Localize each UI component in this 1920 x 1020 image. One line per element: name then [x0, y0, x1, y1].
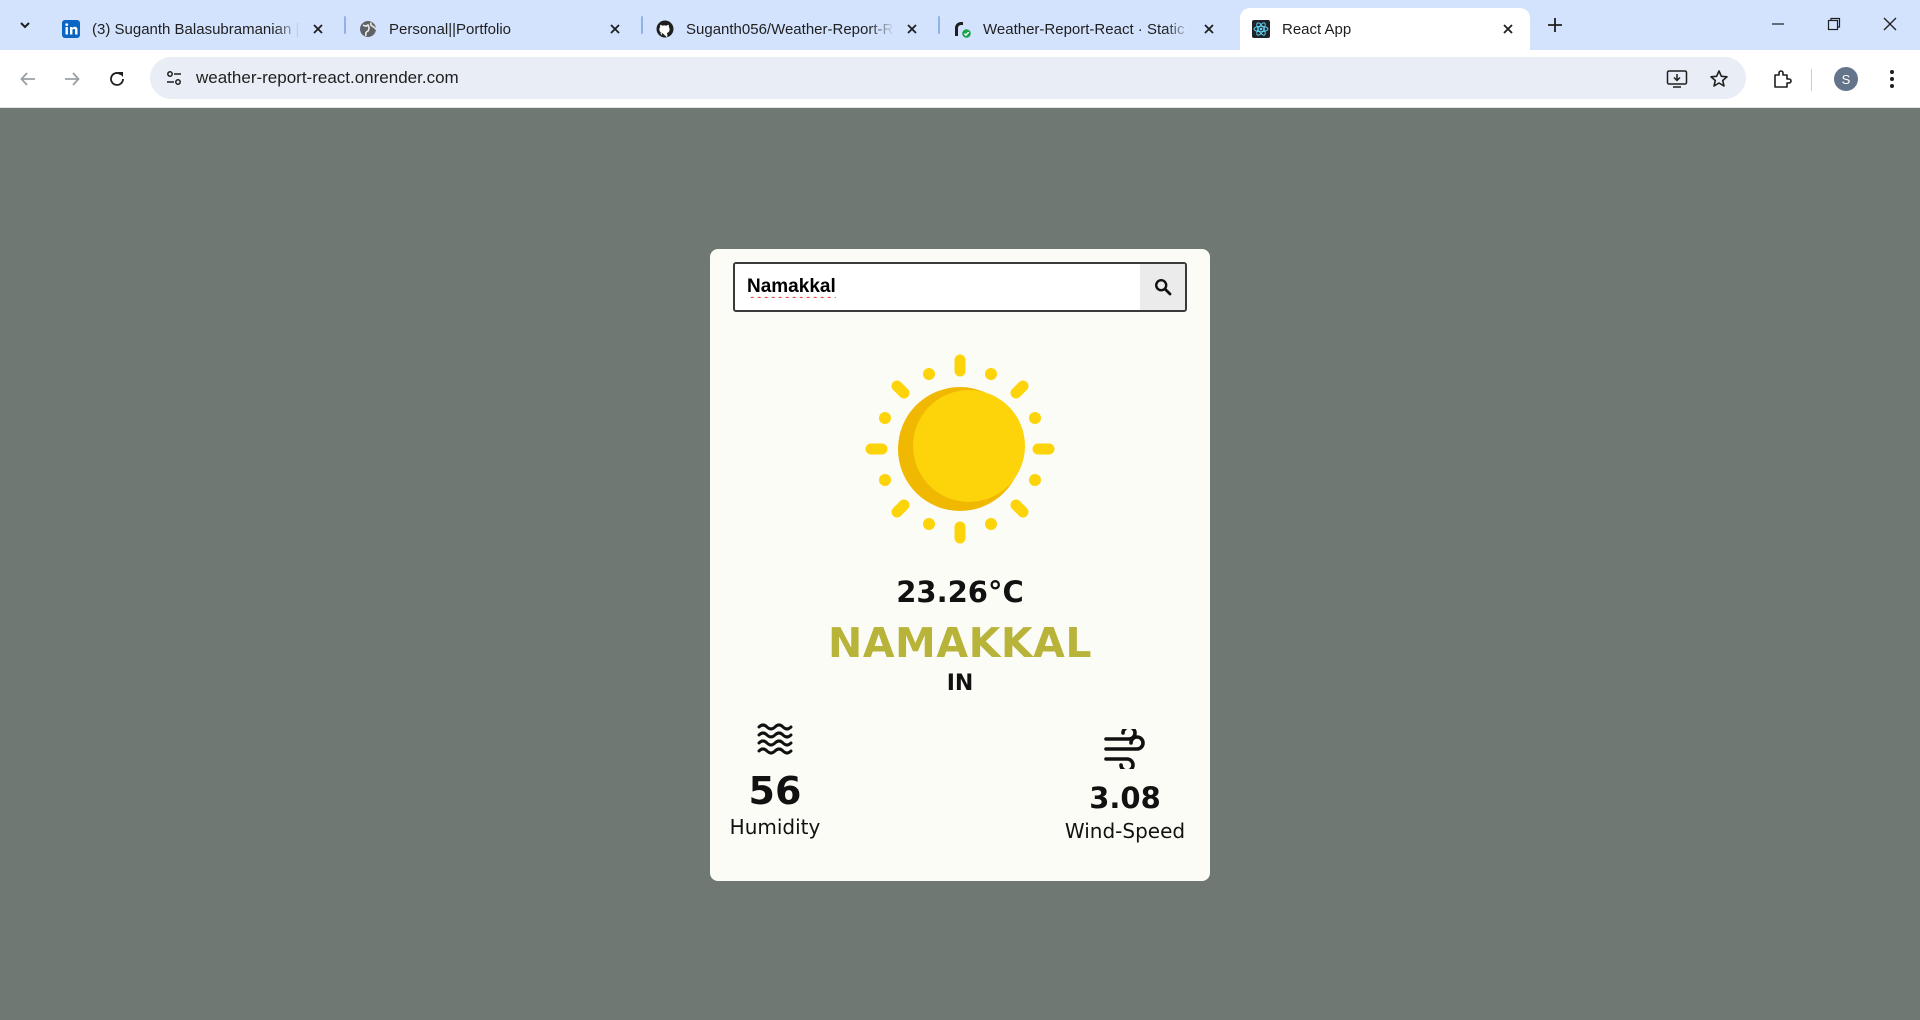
react-icon — [1252, 20, 1270, 38]
reload-button[interactable] — [99, 61, 135, 97]
globe-icon — [359, 20, 377, 38]
tab-title: Personal||Portfolio — [389, 20, 512, 38]
sun-icon — [865, 354, 1055, 544]
more-vertical-icon — [1890, 70, 1894, 88]
tab-strip: (3) Suganth Balasubramanian | LinkedIn P… — [0, 0, 1920, 50]
site-info-icon[interactable] — [160, 64, 188, 92]
close-tab-icon[interactable] — [902, 19, 922, 39]
city-name: NAMAKKAL — [828, 619, 1092, 667]
tab-title: Suganth056/Weather-Report-React — [686, 20, 894, 38]
humidity-label: Humidity — [729, 815, 821, 839]
wind-speed-stat: 3.08 Wind-Speed — [1050, 729, 1200, 843]
close-tab-icon[interactable] — [1199, 19, 1219, 39]
tab-linkedin[interactable]: (3) Suganth Balasubramanian | LinkedIn — [50, 8, 340, 50]
tab-github[interactable]: Suganth056/Weather-Report-React — [644, 8, 934, 50]
reload-icon — [110, 72, 124, 86]
render-icon — [953, 20, 971, 38]
new-tab-button[interactable] — [1540, 10, 1570, 40]
close-icon — [1883, 17, 1897, 31]
url-text[interactable]: weather-report-react.onrender.com — [196, 68, 459, 88]
linkedin-icon — [62, 20, 80, 38]
forward-button[interactable] — [54, 61, 90, 97]
weather-card: 23.26°C NAMAKKAL IN 56 Humidity 3.08 Win… — [710, 249, 1210, 881]
tab-portfolio[interactable]: Personal||Portfolio — [347, 8, 637, 50]
chevron-down-icon — [20, 22, 30, 29]
install-app-icon[interactable] — [1664, 66, 1690, 92]
minimize-icon — [1772, 23, 1784, 25]
profile-button[interactable]: S — [1830, 63, 1862, 95]
tab-separator — [641, 16, 643, 34]
close-tab-icon[interactable] — [1498, 19, 1518, 39]
tab-separator — [938, 16, 940, 34]
wind-icon — [1104, 729, 1145, 769]
country-code: IN — [946, 671, 974, 696]
humidity-waves-icon — [757, 723, 793, 755]
close-window-button[interactable] — [1862, 0, 1918, 48]
tab-title: React App — [1282, 20, 1352, 38]
city-search-input[interactable] — [735, 264, 1140, 310]
humidity-value: 56 — [748, 769, 802, 813]
wind-speed-value: 3.08 — [1089, 781, 1161, 815]
github-icon — [656, 20, 674, 38]
tab-title: (3) Suganth Balasubramanian | LinkedIn — [92, 20, 300, 38]
close-tab-icon[interactable] — [308, 19, 328, 39]
search-icon — [1154, 278, 1171, 296]
restore-button[interactable] — [1806, 0, 1862, 48]
back-arrow-icon — [20, 72, 35, 86]
wind-speed-label: Wind-Speed — [1064, 819, 1186, 843]
tab-search-button[interactable] — [10, 10, 40, 40]
bookmark-star-icon[interactable] — [1706, 66, 1732, 92]
search-button[interactable] — [1140, 264, 1185, 310]
browser-toolbar: weather-report-react.onrender.com S — [0, 50, 1920, 108]
address-bar[interactable]: weather-report-react.onrender.com — [150, 57, 1746, 99]
close-tab-icon[interactable] — [605, 19, 625, 39]
plus-icon — [1548, 18, 1562, 32]
back-button[interactable] — [10, 61, 46, 97]
search-bar — [733, 262, 1187, 312]
extensions-icon[interactable] — [1766, 63, 1798, 95]
tab-separator — [344, 16, 346, 34]
temperature: 23.26°C — [896, 575, 1024, 609]
minimize-button[interactable] — [1750, 0, 1806, 48]
tab-title: Weather-Report-React · Static Site — [983, 20, 1191, 38]
toolbar-divider — [1811, 69, 1812, 91]
restore-icon — [1827, 17, 1841, 31]
browser-menu-button[interactable] — [1876, 63, 1908, 95]
avatar: S — [1834, 67, 1858, 91]
forward-arrow-icon — [65, 72, 80, 86]
humidity-stat: 56 Humidity — [710, 723, 840, 839]
tab-render[interactable]: Weather-Report-React · Static Site — [941, 8, 1231, 50]
tab-react-app[interactable]: React App — [1240, 8, 1530, 50]
